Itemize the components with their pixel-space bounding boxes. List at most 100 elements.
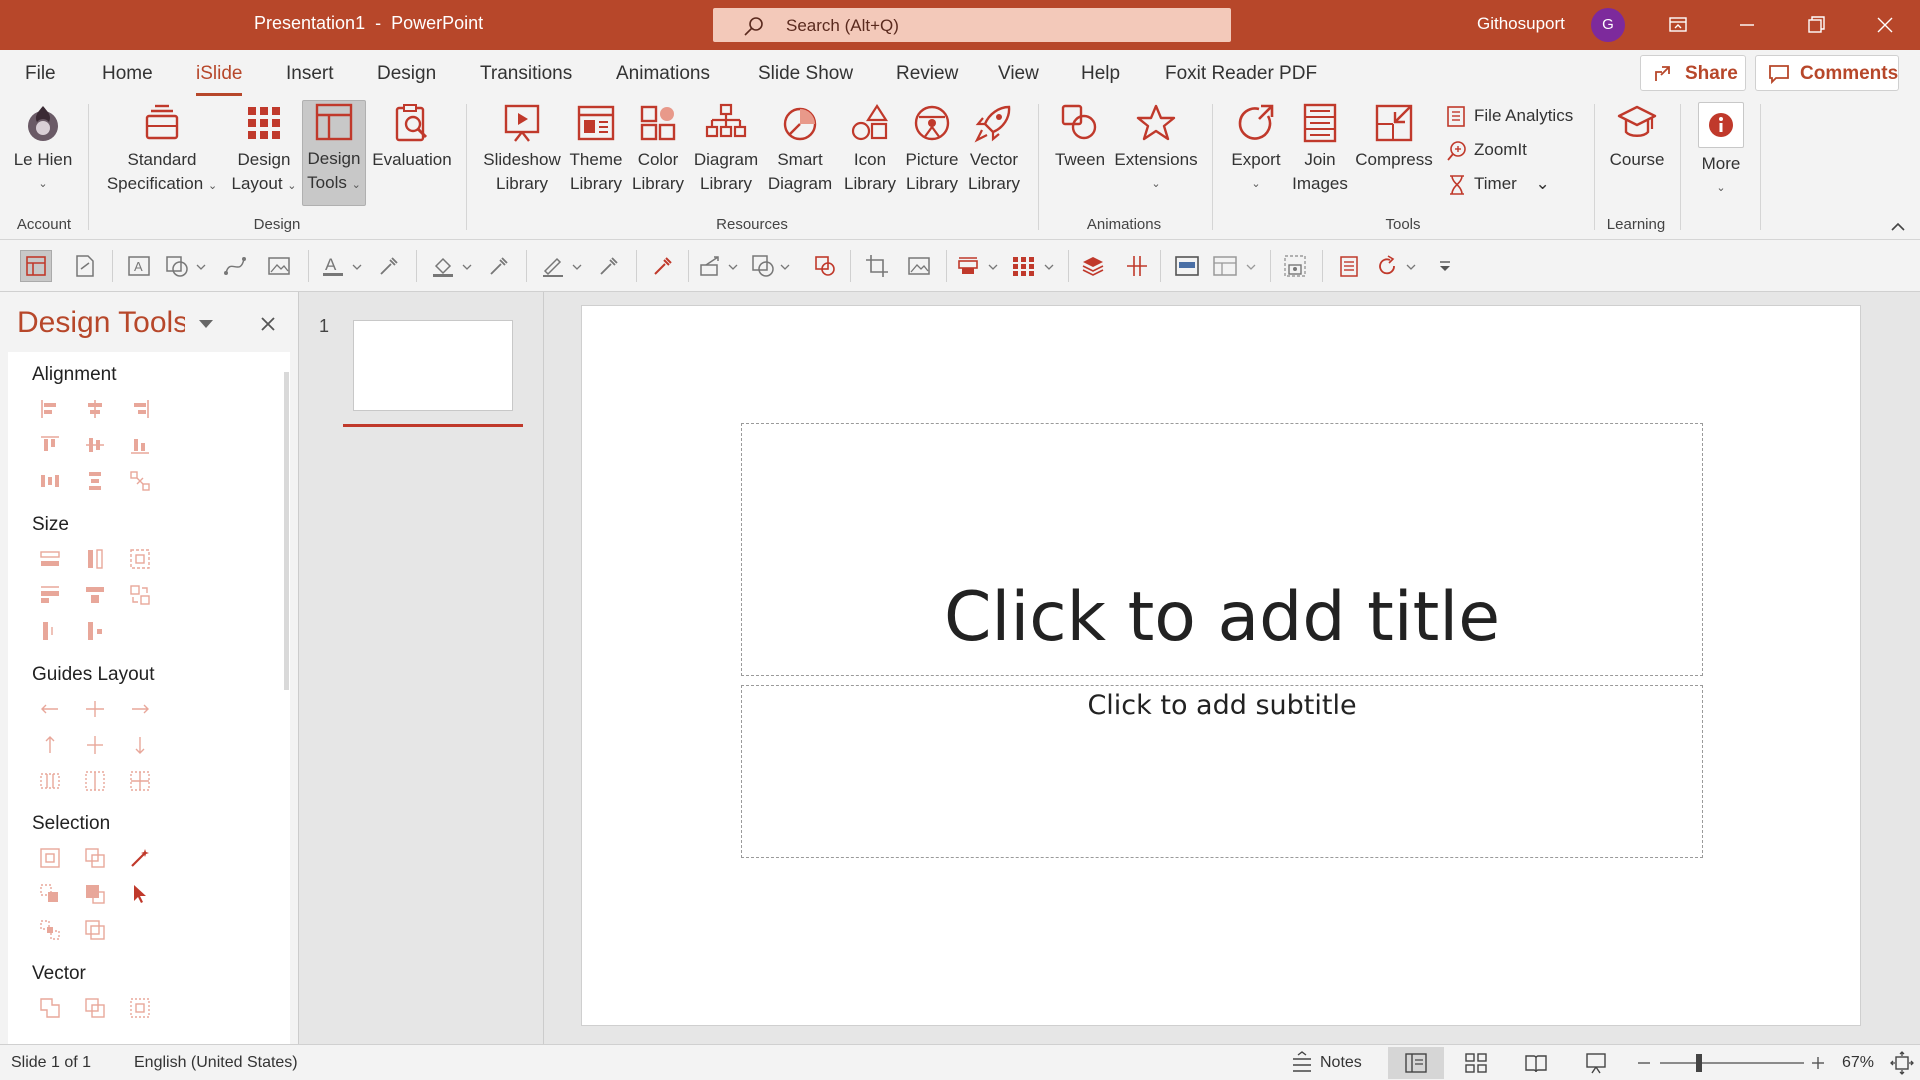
- distribute-radial-icon[interactable]: [128, 469, 152, 493]
- align-bottom-icon[interactable]: [128, 433, 152, 457]
- join-images-button[interactable]: Join Images: [1290, 102, 1350, 196]
- notes-page-icon[interactable]: [1336, 253, 1362, 279]
- select-front-icon[interactable]: [83, 882, 107, 906]
- evaluation-button[interactable]: Evaluation: [370, 102, 454, 172]
- language-indicator[interactable]: English (United States): [134, 1054, 298, 1072]
- tab-animations[interactable]: Animations: [616, 63, 710, 85]
- diagram-library-button[interactable]: Diagram Library: [690, 102, 762, 196]
- distribute-vertical-icon[interactable]: [83, 469, 107, 493]
- guide-grid-icon[interactable]: [128, 769, 152, 793]
- tab-home[interactable]: Home: [102, 63, 153, 85]
- eyedropper-icon[interactable]: [376, 253, 402, 279]
- guide-top-icon[interactable]: [38, 733, 62, 757]
- zoomit-button[interactable]: ZoomIt: [1446, 138, 1527, 166]
- collapse-ribbon-icon[interactable]: [1888, 218, 1908, 234]
- tab-view[interactable]: View: [998, 63, 1039, 85]
- zoom-out-icon[interactable]: [1634, 1053, 1654, 1073]
- slide-sorter-icon[interactable]: [1464, 1051, 1488, 1075]
- shape-icon[interactable]: [164, 253, 190, 279]
- tab-slide-show[interactable]: Slide Show: [758, 63, 853, 85]
- connector-icon[interactable]: [698, 253, 724, 279]
- compress-button[interactable]: Compress: [1352, 102, 1436, 172]
- color-picker-icon[interactable]: [650, 253, 676, 279]
- pane-scrollbar[interactable]: [284, 372, 289, 690]
- align-stack-icon[interactable]: [956, 253, 982, 279]
- zoom-slider-thumb[interactable]: [1696, 1054, 1702, 1072]
- vector-library-button[interactable]: Vector Library: [964, 102, 1024, 196]
- align-top-icon[interactable]: [38, 433, 62, 457]
- extensions-button[interactable]: Extensions ⌄: [1112, 102, 1200, 196]
- ribbon-display-icon[interactable]: [1662, 9, 1694, 41]
- course-button[interactable]: Course: [1604, 102, 1670, 172]
- matrix-dropdown-icon[interactable]: [1042, 253, 1056, 279]
- guides-icon[interactable]: [1124, 253, 1150, 279]
- guide-rows-icon[interactable]: [83, 769, 107, 793]
- size-top-icon[interactable]: [83, 583, 107, 607]
- comments-button[interactable]: Comments: [1755, 55, 1899, 91]
- title-placeholder[interactable]: Click to add title: [741, 423, 1703, 676]
- zoom-slider[interactable]: [1660, 1054, 1804, 1072]
- merge-shapes-icon[interactable]: [750, 253, 776, 279]
- same-height-icon[interactable]: [83, 547, 107, 571]
- theme-library-button[interactable]: Theme Library: [568, 102, 624, 196]
- crop-icon[interactable]: [864, 253, 890, 279]
- reading-view-icon[interactable]: [1524, 1051, 1548, 1075]
- image-icon[interactable]: [906, 253, 932, 279]
- guide-left-icon[interactable]: [38, 697, 62, 721]
- align-stack-dropdown-icon[interactable]: [986, 253, 1000, 279]
- guide-right-icon[interactable]: [128, 697, 152, 721]
- picture-frame-icon[interactable]: [266, 253, 292, 279]
- table-dropdown-icon[interactable]: [1244, 253, 1258, 279]
- picture-library-button[interactable]: Picture Library: [902, 102, 962, 196]
- text-box-icon[interactable]: A: [126, 253, 152, 279]
- line-eyedropper-icon[interactable]: [596, 253, 622, 279]
- font-color-dropdown-icon[interactable]: [350, 253, 364, 279]
- refresh-dropdown-icon[interactable]: [1404, 253, 1418, 279]
- tab-transitions[interactable]: Transitions: [480, 63, 572, 85]
- slide-canvas[interactable]: Click to add title Click to add subtitle: [581, 305, 1861, 1026]
- color-library-button[interactable]: Color Library: [630, 102, 686, 196]
- close-icon[interactable]: [1869, 9, 1901, 41]
- slide-thumbnail[interactable]: [353, 320, 513, 411]
- align-middle-icon[interactable]: [83, 433, 107, 457]
- smart-diagram-button[interactable]: Smart Diagram: [764, 102, 836, 196]
- tab-foxit-reader-pdf[interactable]: Foxit Reader PDF: [1165, 63, 1317, 85]
- export-page-icon[interactable]: [72, 253, 98, 279]
- merge-dropdown-icon[interactable]: [778, 253, 792, 279]
- align-center-icon[interactable]: [83, 397, 107, 421]
- matrix-grid-icon[interactable]: [1010, 253, 1036, 279]
- slide-size-icon[interactable]: [1174, 253, 1200, 279]
- timer-button[interactable]: Timer ⌄: [1446, 172, 1550, 200]
- restore-icon[interactable]: [1800, 9, 1832, 41]
- select-same-type-icon[interactable]: [83, 846, 107, 870]
- align-left-icon[interactable]: [38, 397, 62, 421]
- layers-icon[interactable]: [1080, 253, 1106, 279]
- design-tools-toggle-icon[interactable]: [20, 250, 52, 282]
- connector-dropdown-icon[interactable]: [726, 253, 740, 279]
- select-same-size-icon[interactable]: [38, 846, 62, 870]
- table-icon[interactable]: [1212, 253, 1238, 279]
- vector-union-icon[interactable]: [38, 996, 62, 1020]
- subtitle-placeholder[interactable]: Click to add subtitle: [741, 685, 1703, 858]
- customize-toolbar-icon[interactable]: [1434, 253, 1456, 279]
- fill-color-icon[interactable]: [430, 253, 456, 279]
- more-button[interactable]: More ⌄: [1690, 102, 1752, 200]
- tab-design[interactable]: Design: [377, 63, 436, 85]
- same-size-icon[interactable]: [128, 547, 152, 571]
- shape-dropdown-icon[interactable]: [194, 253, 208, 279]
- minimize-icon[interactable]: [1731, 9, 1763, 41]
- design-tools-button[interactable]: Design Tools ⌄: [302, 100, 366, 206]
- tab-help[interactable]: Help: [1081, 63, 1120, 85]
- normal-view-button[interactable]: [1388, 1047, 1444, 1079]
- file-analytics-button[interactable]: File Analytics: [1446, 104, 1573, 132]
- fill-eyedropper-icon[interactable]: [486, 253, 512, 279]
- select-overlap-icon[interactable]: [38, 882, 62, 906]
- tab-file[interactable]: File: [25, 63, 56, 85]
- swap-size-icon[interactable]: [128, 583, 152, 607]
- search-box[interactable]: Search (Alt+Q): [713, 8, 1231, 42]
- account-button[interactable]: Le Hien ⌄: [10, 102, 76, 196]
- line-color-dropdown-icon[interactable]: [570, 253, 584, 279]
- standard-specification-button[interactable]: Standard Specification ⌄: [100, 102, 224, 198]
- align-right-icon[interactable]: [128, 397, 152, 421]
- guide-center-v-icon[interactable]: [83, 733, 107, 757]
